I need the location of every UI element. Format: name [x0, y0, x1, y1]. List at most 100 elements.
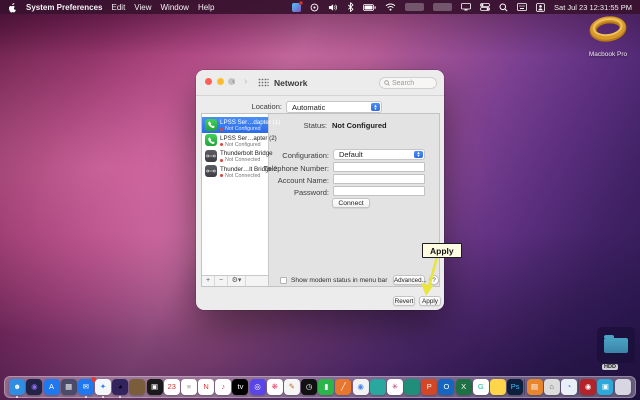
forward-button[interactable]: ›	[244, 76, 247, 88]
menu-window[interactable]: Window	[161, 3, 189, 12]
glyph: A	[49, 382, 55, 391]
bluetooth-icon[interactable]	[347, 2, 354, 12]
notification-app-icon[interactable]	[292, 0, 304, 12]
account-name-field[interactable]	[333, 174, 425, 184]
fast-user-switch-icon[interactable]	[536, 2, 545, 12]
window-title: Network	[274, 78, 308, 88]
dock-siri-icon[interactable]: ◉	[26, 379, 43, 395]
dock-outlook-icon[interactable]: O	[438, 379, 455, 395]
glyph: ≡	[186, 382, 192, 391]
thunderbolt-bridge-icon	[205, 149, 217, 162]
show-all-icon[interactable]	[258, 78, 269, 89]
spotlight-icon[interactable]	[499, 2, 508, 12]
minimize-button[interactable]	[216, 78, 224, 85]
dock-camera-blue-icon[interactable]: ▣	[597, 379, 614, 395]
dock-textedit-icon[interactable]: ✎	[283, 379, 300, 395]
connect-button[interactable]: Connect	[332, 198, 370, 208]
dock-excel-icon[interactable]: X	[455, 379, 472, 395]
dock-podcasts-icon[interactable]: ◎	[249, 379, 266, 395]
dock-launchpad-icon[interactable]: ▦	[60, 379, 77, 395]
apple-menu-icon[interactable]	[8, 2, 17, 12]
back-button[interactable]: ‹	[232, 76, 235, 88]
glyph: ◉	[31, 382, 38, 391]
services-sidebar: LPSS Ser…dapter (1) Not Configured LPSS …	[202, 114, 280, 286]
window-titlebar[interactable]: ‹ › Network Search	[196, 70, 444, 96]
dock-news-icon[interactable]: N	[198, 379, 215, 395]
dock-grammarly-icon[interactable]: G	[472, 379, 489, 395]
location-dropdown[interactable]: Automatic ▲ ▼	[286, 101, 382, 113]
password-label: Password:	[293, 188, 329, 197]
dock-separator	[578, 379, 580, 395]
dock-firefox-icon[interactable]: ◕	[112, 379, 129, 398]
menu-edit[interactable]: Edit	[112, 3, 126, 12]
dock-compass-icon[interactable]: ◔	[560, 379, 577, 395]
glyph: ◔	[566, 382, 572, 391]
sidebar-action-bar: + − ⚙▾	[202, 275, 268, 286]
dock-globe-app-icon[interactable]	[404, 379, 421, 395]
dock-home-icon[interactable]: ⌂	[543, 379, 560, 395]
dock-chrome-icon[interactable]: ◉	[352, 379, 369, 395]
dock-music-icon[interactable]: ♪	[215, 379, 232, 395]
status-dot	[220, 174, 223, 178]
dock-keynote-icon[interactable]	[489, 379, 506, 395]
dock-photoshop-icon[interactable]: Ps	[507, 379, 524, 395]
display-icon[interactable]	[461, 2, 471, 12]
dock-finder-icon[interactable]: ☻	[9, 379, 26, 398]
configuration-dropdown[interactable]: Default ▲ ▼	[333, 149, 425, 160]
service-actions-menu-button[interactable]: ⚙▾	[228, 276, 246, 286]
menu-view[interactable]: View	[134, 3, 151, 12]
serial-phone-icon	[205, 134, 217, 147]
password-field[interactable]	[333, 186, 425, 196]
dock-pencil-app-icon[interactable]: ╱	[335, 379, 352, 395]
control-center-icon[interactable]	[480, 2, 490, 12]
glyph: ☻	[13, 382, 22, 391]
glyph: ▦	[65, 382, 73, 391]
record-circle-icon[interactable]	[310, 2, 319, 12]
desktop-icon-label: Macbook Pro	[588, 51, 628, 58]
glyph: tv	[237, 382, 244, 391]
show-modem-status-checkbox[interactable]	[280, 277, 287, 284]
status-label: Status:	[303, 121, 327, 130]
dock-tv-icon[interactable]: ▣	[146, 379, 163, 395]
service-row-lpss-2[interactable]: LPSS Ser…apter (2) Not Configured	[202, 133, 277, 149]
wifi-icon[interactable]	[385, 2, 396, 12]
remove-service-button[interactable]: −	[215, 276, 228, 286]
search-field[interactable]: Search	[379, 77, 437, 89]
dock-separator	[524, 379, 526, 395]
volume-icon[interactable]	[328, 2, 338, 12]
dock-tv-plus-icon[interactable]: tv	[232, 379, 249, 395]
dock-books-icon[interactable]: ▤	[526, 379, 543, 395]
add-service-button[interactable]: +	[202, 276, 215, 286]
dock-photo-booth-icon[interactable]	[129, 379, 146, 395]
dock-powerpoint-icon[interactable]: P	[421, 379, 438, 395]
dock-reminders-icon[interactable]: ≡	[180, 379, 197, 395]
dock-trash-icon[interactable]	[614, 379, 631, 395]
menu-help[interactable]: Help	[198, 3, 214, 12]
dock-app-store-icon[interactable]: A	[43, 379, 60, 395]
glyph: N	[203, 382, 209, 391]
close-button[interactable]	[205, 78, 212, 85]
status-dot	[220, 158, 223, 162]
dock-safari-icon[interactable]: ✦	[95, 379, 112, 398]
dock-stocks-icon[interactable]: ▮	[318, 379, 335, 395]
dock-teal-app-icon[interactable]	[369, 379, 386, 395]
status-value: Not Configured	[332, 121, 387, 130]
glyph: 23	[167, 382, 176, 391]
battery-icon[interactable]	[363, 2, 376, 12]
glyph: ✉	[82, 382, 89, 391]
glyph: ❋	[271, 382, 278, 391]
serial-phone-icon	[205, 118, 217, 131]
dock-photos-icon[interactable]: ❋	[266, 379, 283, 395]
menubar-app-name[interactable]: System Preferences	[26, 3, 103, 12]
desktop-icon-macbook-pro[interactable]: Macbook Pro	[584, 14, 632, 58]
dock-calendar-icon[interactable]: 23	[163, 379, 180, 395]
dock-camera-red-icon[interactable]: ◉	[580, 379, 597, 395]
telephone-number-field[interactable]	[333, 162, 425, 172]
dock-mail-icon[interactable]: ✉	[77, 377, 96, 398]
glyph: ◉	[584, 382, 592, 391]
dock-clock-icon[interactable]: ◷	[301, 379, 318, 395]
dock-slack-icon[interactable]: ✳	[386, 379, 403, 395]
desktop-icon-hdd[interactable]	[597, 327, 635, 363]
menubar-clock[interactable]: Sat Jul 23 12:31:55 PM	[554, 3, 632, 12]
keyboard-icon[interactable]	[517, 2, 527, 12]
